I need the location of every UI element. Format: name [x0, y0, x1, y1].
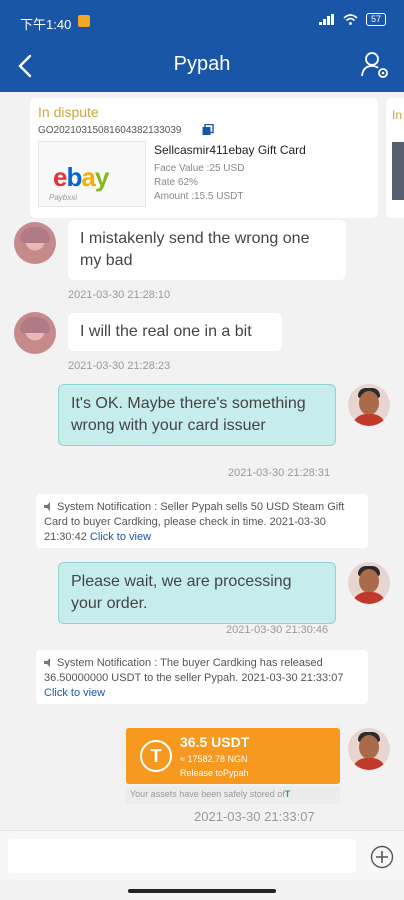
status-bar: 下午1:40 57 [0, 0, 404, 40]
avatar[interactable] [14, 312, 56, 354]
avatar[interactable] [348, 562, 390, 604]
order-id: GO2021031508160438213303​9 [38, 125, 182, 136]
transfer-ngn-equivalent: ≈ 17582.78 NGN [180, 754, 248, 764]
system-notification: System Notification : Seller Pypah sells… [36, 494, 368, 548]
avatar[interactable] [348, 384, 390, 426]
amount: Amount :15.5 USDT [154, 191, 244, 202]
message-timestamp: 2021-03-30 21:28:31 [228, 467, 331, 479]
click-to-view-link[interactable]: Click to view [90, 531, 151, 543]
home-indicator[interactable] [128, 889, 276, 893]
usdt-transfer-card[interactable]: T 36.5 USDT ≈ 17582.78 NGN Release toPyp… [126, 728, 340, 784]
system-notification-text: System Notification : The buyer Cardking… [44, 657, 344, 684]
message-timestamp: 2021-03-30 21:30:46 [226, 624, 329, 636]
next-order-status: In [392, 108, 403, 122]
message-input[interactable] [8, 839, 356, 873]
product-thumbnail: ebay Paybxxi [38, 141, 146, 207]
page-title: Pypah [173, 53, 231, 75]
order-status: In dispute [38, 104, 99, 120]
message-bubble-outgoing: Please wait, we are processing your orde… [58, 562, 336, 624]
speaker-icon [44, 502, 50, 511]
face-value: Face Value :25 USD [154, 163, 245, 174]
next-order-card[interactable]: In [386, 98, 404, 218]
transfer-footer-text: Your assets have been safely stored of [130, 789, 285, 799]
wifi-icon [343, 14, 358, 25]
click-to-view-link[interactable]: Click to view [44, 687, 105, 699]
notification-icon [78, 15, 90, 27]
message-timestamp: 2021-03-30 21:28:23 [68, 360, 171, 372]
signal-icon [318, 14, 334, 25]
ebay-logo: ebay [53, 162, 109, 192]
add-attachment-icon[interactable] [370, 845, 394, 869]
copy-icon[interactable] [202, 124, 214, 136]
order-card[interactable]: In dispute GO2021031508160438213303​9 eb… [30, 98, 378, 218]
system-notification: System Notification : The buyer Cardking… [36, 650, 368, 704]
system-icons: 57 [318, 13, 386, 26]
battery-icon: 57 [365, 13, 386, 26]
product-name: Sellcasmir411ebay Gift Card [154, 143, 306, 157]
transfer-amount: 36.5 USDT [180, 734, 250, 750]
rate: Rate 62% [154, 177, 198, 188]
message-bubble-outgoing: It's OK. Maybe there's something wrong w… [58, 384, 336, 446]
tether-coin-icon: T [140, 740, 172, 772]
transfer-footer: Your assets have been safely stored ofT [126, 786, 340, 804]
transfer-release-text: Release toPypah [180, 768, 249, 778]
next-order-thumbnail [392, 142, 404, 200]
thumbnail-caption: Paybxxi [49, 193, 78, 202]
message-bubble-incoming: I mistakenly send the wrong one my bad [68, 220, 346, 280]
message-composer [0, 830, 404, 880]
chat-header: Pypah [0, 40, 404, 92]
message-timestamp: 2021-03-30 21:28:10 [68, 289, 171, 301]
avatar[interactable] [14, 222, 56, 264]
status-time: 下午1:40 [20, 17, 72, 32]
tether-icon: T [284, 789, 291, 799]
message-bubble-incoming: I will the real one in a bit [68, 313, 282, 351]
user-settings-icon[interactable] [360, 50, 390, 80]
message-timestamp: 2021-03-30 21:33:07 [194, 809, 315, 824]
speaker-icon [44, 658, 50, 667]
avatar[interactable] [348, 728, 390, 770]
